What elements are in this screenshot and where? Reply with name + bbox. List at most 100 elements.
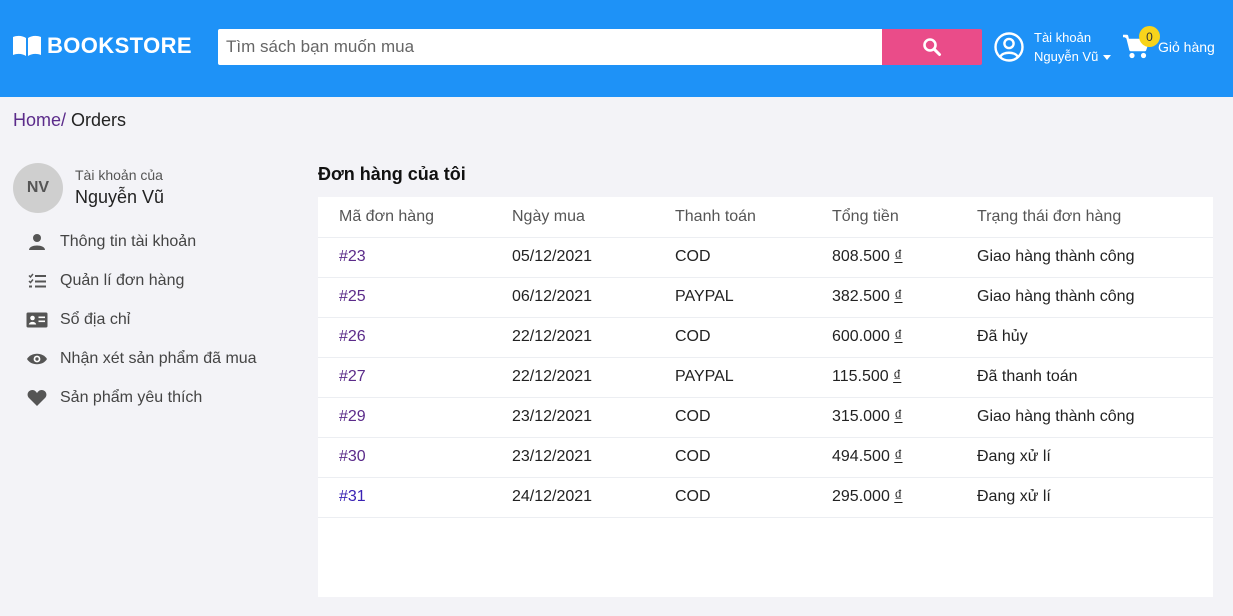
user-icon <box>26 233 48 251</box>
order-date: 22/12/2021 <box>512 357 675 398</box>
cart-button[interactable]: 0 Giỏ hàng <box>1122 26 1215 60</box>
user-circle-icon <box>993 31 1025 63</box>
breadcrumb: Home/Orders <box>13 110 126 131</box>
order-id-link[interactable]: #31 <box>339 488 366 505</box>
sidebar-menu: Thông tin tài khoản Quản lí đơn hàng Sổ … <box>26 222 257 417</box>
search-icon <box>922 37 942 57</box>
sidebar-item-reviews[interactable]: Nhận xét sản phẩm đã mua <box>26 339 257 378</box>
order-total-value: 600.000 <box>832 328 890 345</box>
column-header-total: Tổng tiền <box>832 197 977 238</box>
account-name: Nguyễn Vũ <box>1034 47 1112 66</box>
order-status: Đang xử lí <box>977 477 1213 518</box>
cart-count-badge: 0 <box>1139 26 1160 47</box>
order-date: 05/12/2021 <box>512 237 675 278</box>
table-header-row: Mã đơn hàng Ngày mua Thanh toán Tổng tiề… <box>318 197 1213 238</box>
sidebar-item-label: Quản lí đơn hàng <box>60 271 185 289</box>
order-status: Giao hàng thành công <box>977 397 1213 438</box>
column-header-order-id: Mã đơn hàng <box>318 197 512 238</box>
order-total: 600.000 ₫ <box>832 317 977 358</box>
order-payment: PAYPAL <box>675 357 832 398</box>
list-check-icon <box>26 273 48 289</box>
order-status: Giao hàng thành công <box>977 237 1213 278</box>
table-row: #25 06/12/2021 PAYPAL 382.500 ₫ Giao hàn… <box>318 277 1213 318</box>
order-date: 22/12/2021 <box>512 317 675 358</box>
currency-symbol: ₫ <box>894 248 903 265</box>
sidebar-item-address-book[interactable]: Sổ địa chỉ <box>26 300 257 339</box>
order-id-link[interactable]: #25 <box>339 288 366 305</box>
sidebar-item-favorites[interactable]: Sản phẩm yêu thích <box>26 378 257 417</box>
address-card-icon <box>26 312 48 328</box>
page-title: Đơn hàng của tôi <box>318 164 466 184</box>
table-row: #26 22/12/2021 COD 600.000 ₫ Đã hủy <box>318 317 1213 358</box>
order-id-link[interactable]: #26 <box>339 328 366 345</box>
breadcrumb-current: Orders <box>71 110 127 130</box>
table-row: #29 23/12/2021 COD 315.000 ₫ Giao hàng t… <box>318 397 1213 438</box>
logo-text: BOOKSTORE <box>47 33 192 58</box>
account-name-text: Nguyễn Vũ <box>1034 49 1099 64</box>
order-total-value: 315.000 <box>832 408 890 425</box>
sidebar-item-label: Sản phẩm yêu thích <box>60 388 203 406</box>
currency-symbol: ₫ <box>894 448 903 465</box>
table-row: #27 22/12/2021 PAYPAL 115.500 ₫ Đã thanh… <box>318 357 1213 398</box>
order-payment: COD <box>675 437 832 478</box>
search-input[interactable] <box>218 29 882 65</box>
open-book-icon <box>12 34 42 58</box>
order-id-link[interactable]: #29 <box>339 408 366 425</box>
account-of-label: Tài khoản của <box>75 167 163 183</box>
order-payment: COD <box>675 397 832 438</box>
order-date: 23/12/2021 <box>512 397 675 438</box>
table-row: #23 05/12/2021 COD 808.500 ₫ Giao hàng t… <box>318 237 1213 278</box>
order-total: 382.500 ₫ <box>832 277 977 318</box>
search-button[interactable] <box>882 29 982 65</box>
order-status: Giao hàng thành công <box>977 277 1213 318</box>
order-total-value: 808.500 <box>832 248 890 265</box>
cart-label: Giỏ hàng <box>1158 39 1215 55</box>
column-header-date: Ngày mua <box>512 197 675 238</box>
order-total-value: 494.500 <box>832 448 890 465</box>
profile-user-name: Nguyễn Vũ <box>75 187 165 207</box>
column-header-payment: Thanh toán <box>675 197 832 238</box>
order-date: 06/12/2021 <box>512 277 675 318</box>
eye-icon <box>26 352 48 366</box>
column-header-status: Trạng thái đơn hàng <box>977 197 1213 238</box>
order-id-link[interactable]: #27 <box>339 368 366 385</box>
order-id-link[interactable]: #30 <box>339 448 366 465</box>
order-id-link[interactable]: #23 <box>339 248 366 265</box>
currency-symbol: ₫ <box>894 328 903 345</box>
breadcrumb-home-link[interactable]: Home/ <box>13 110 66 130</box>
sidebar-item-label: Sổ địa chỉ <box>60 310 131 328</box>
heart-icon <box>26 389 48 407</box>
table-row: #30 23/12/2021 COD 494.500 ₫ Đang xử lí <box>318 437 1213 478</box>
order-date: 23/12/2021 <box>512 437 675 478</box>
order-total-value: 295.000 <box>832 488 890 505</box>
order-payment: COD <box>675 237 832 278</box>
table-row: #31 24/12/2021 COD 295.000 ₫ Đang xử lí <box>318 477 1213 518</box>
order-total: 494.500 ₫ <box>832 437 977 478</box>
logo[interactable]: BOOKSTORE <box>12 33 192 59</box>
order-payment: COD <box>675 477 832 518</box>
order-total: 808.500 ₫ <box>832 237 977 278</box>
sidebar-item-label: Thông tin tài khoản <box>60 232 197 250</box>
orders-table-card: Mã đơn hàng Ngày mua Thanh toán Tổng tiề… <box>318 197 1213 597</box>
account-label: Tài khoản <box>1034 30 1092 45</box>
order-payment: COD <box>675 317 832 358</box>
profile-summary: NV Tài khoản của Nguyễn Vũ <box>13 163 164 213</box>
order-total: 295.000 ₫ <box>832 477 977 518</box>
currency-symbol: ₫ <box>893 368 902 385</box>
account-menu[interactable]: Tài khoản Nguyễn Vũ <box>993 28 1112 66</box>
sidebar-item-order-management[interactable]: Quản lí đơn hàng <box>26 261 257 300</box>
order-total-value: 382.500 <box>832 288 890 305</box>
order-date: 24/12/2021 <box>512 477 675 518</box>
order-status: Đang xử lí <box>977 437 1213 478</box>
header: BOOKSTORE Tài khoản Nguyễn Vũ 0 Giỏ hàng <box>0 0 1233 97</box>
currency-symbol: ₫ <box>894 288 903 305</box>
sidebar-item-account-info[interactable]: Thông tin tài khoản <box>26 222 257 261</box>
caret-down-icon <box>1103 55 1112 60</box>
currency-symbol: ₫ <box>894 408 903 425</box>
order-total: 115.500 ₫ <box>832 357 977 398</box>
order-payment: PAYPAL <box>675 277 832 318</box>
order-total-value: 115.500 <box>832 368 889 385</box>
order-total: 315.000 ₫ <box>832 397 977 438</box>
order-status: Đã hủy <box>977 317 1213 358</box>
order-status: Đã thanh toán <box>977 357 1213 398</box>
